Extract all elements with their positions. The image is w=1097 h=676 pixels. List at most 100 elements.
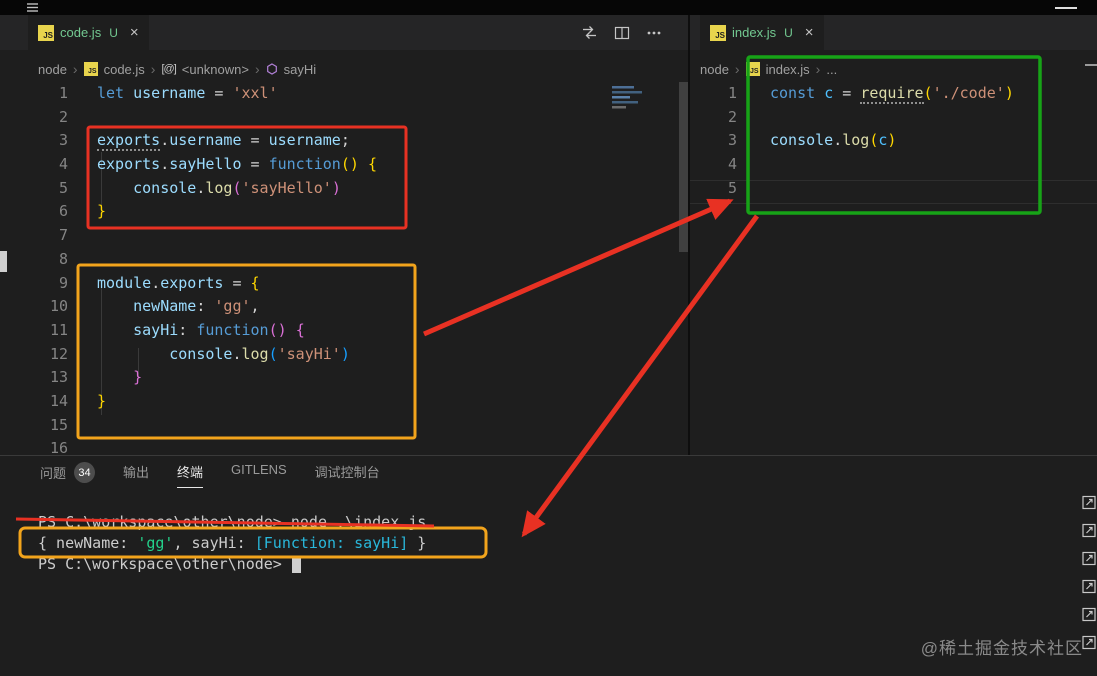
- chevron-right-icon: ›: [734, 61, 740, 77]
- js-file-icon: JS: [745, 62, 760, 76]
- code-line: 16: [0, 437, 679, 455]
- line-number: 1: [727, 84, 737, 102]
- js-file-icon-text: JS: [43, 30, 53, 40]
- line-number: 13: [49, 368, 68, 387]
- code-line: 5: [690, 177, 1090, 201]
- breadcrumb-left: node › JS code.js › [@] <unknown> › sayH…: [38, 57, 316, 81]
- line-number: 4: [727, 155, 737, 174]
- scrollbar[interactable]: [679, 82, 688, 252]
- titlebar-dash-icon[interactable]: [1055, 7, 1077, 9]
- panel-tab-problems[interactable]: 问题 34: [40, 462, 96, 490]
- breadcrumb-item-more[interactable]: ...: [826, 62, 837, 77]
- line-number: 6: [58, 202, 68, 221]
- js-file-icon: JS: [38, 24, 54, 41]
- terminal-line: PS C:\workspace\other\node>: [38, 554, 426, 575]
- js-file-icon-text: JS: [750, 68, 759, 75]
- line-number: 3: [727, 131, 737, 150]
- code-line: 1 let username = 'xxl': [0, 82, 679, 106]
- chevron-right-icon: ›: [72, 61, 78, 77]
- line-number: 14: [49, 391, 68, 410]
- line-number: 11: [49, 320, 68, 339]
- sash-handle[interactable]: [0, 251, 7, 272]
- split-editor-icon[interactable]: [614, 25, 630, 41]
- menu-icon[interactable]: [26, 2, 39, 13]
- line-number: 2: [58, 107, 68, 126]
- terminal-cursor: [291, 556, 301, 573]
- close-icon[interactable]: ×: [130, 24, 139, 41]
- panel-tab-label: 问题: [40, 466, 67, 481]
- code-line: 2: [690, 106, 1090, 130]
- panel-tab-label: 终端: [177, 465, 204, 480]
- breadcrumb-item-file[interactable]: index.js: [766, 62, 810, 77]
- breadcrumb-item-node[interactable]: node: [38, 62, 67, 77]
- line-number: 9: [58, 273, 68, 292]
- minimap[interactable]: [610, 84, 648, 112]
- problems-count-badge: 34: [74, 462, 96, 483]
- open-editor-icon[interactable]: [1082, 522, 1097, 538]
- breadcrumb-item-file[interactable]: code.js: [104, 62, 145, 77]
- compare-changes-icon[interactable]: [581, 25, 598, 40]
- open-editor-icon[interactable]: [1082, 606, 1097, 622]
- code-line: 4 exports.sayHello = function() {: [0, 153, 679, 177]
- code-line: 8: [0, 248, 679, 272]
- close-icon[interactable]: ×: [805, 24, 814, 41]
- panel-side-icons: [1082, 494, 1097, 650]
- open-editor-icon[interactable]: [1082, 550, 1097, 566]
- code-line: 1 const c = require('./code'): [690, 82, 1090, 106]
- code-line: 5 console.log('sayHello'): [0, 177, 679, 201]
- breadcrumb-right: node › JS index.js › ...: [700, 57, 837, 81]
- js-file-icon: JS: [83, 62, 98, 76]
- git-status-badge: U: [784, 25, 793, 40]
- code-line: 14}: [0, 390, 679, 414]
- editor-index-js[interactable]: 1 const c = require('./code') 2 3 console.lo…: [690, 82, 1090, 455]
- tab-index-js[interactable]: JS index.js U ×: [700, 15, 824, 50]
- editor-code-js[interactable]: 1 let username = 'xxl' 2 3 exports.username …: [0, 82, 679, 455]
- line-number: 8: [58, 249, 68, 268]
- breadcrumb-item-node[interactable]: node: [700, 62, 729, 77]
- code-line: 4: [690, 153, 1090, 177]
- code-line: 12 console.log('sayHi'): [0, 343, 679, 367]
- panel-tab-output[interactable]: 输出: [123, 462, 149, 488]
- terminal-content[interactable]: PS C:\workspace\other\node> node .\index…: [38, 512, 426, 575]
- line-number: 7: [58, 226, 68, 245]
- panel-divider[interactable]: [0, 455, 1097, 456]
- tab-filename: code.js: [60, 25, 102, 40]
- breadcrumb-item-symbol[interactable]: sayHi: [284, 62, 317, 77]
- tab-bar-right: JS index.js U ×: [690, 15, 1097, 50]
- line-number: 4: [58, 155, 68, 174]
- tab-code-js[interactable]: JS code.js U ×: [28, 15, 149, 50]
- code-line: 2: [0, 106, 679, 130]
- panel-tab-debug-console[interactable]: 调试控制台: [315, 462, 380, 488]
- code-line: 6}: [0, 200, 679, 224]
- chevron-right-icon: ›: [815, 61, 821, 77]
- code-line: 3 console.log(c): [690, 129, 1090, 153]
- chevron-right-icon: ›: [150, 61, 156, 77]
- line-number: 5: [58, 178, 68, 197]
- open-editor-icon[interactable]: [1082, 634, 1097, 650]
- line-number: 15: [49, 415, 68, 434]
- pane-divider[interactable]: [688, 15, 690, 455]
- terminal-line: PS C:\workspace\other\node> node .\index…: [38, 513, 427, 531]
- minimap-handle[interactable]: [1085, 64, 1097, 66]
- panel-tab-label: GITLENS: [231, 462, 287, 477]
- line-number: 2: [727, 107, 737, 126]
- title-bar: [0, 0, 1097, 15]
- open-editor-icon[interactable]: [1082, 578, 1097, 594]
- panel-tab-bar: 问题 34 输出 终端 GITLENS 调试控制台: [40, 462, 380, 490]
- breadcrumb-item-unknown[interactable]: <unknown>: [182, 62, 249, 77]
- panel-tab-gitlens[interactable]: GITLENS: [231, 462, 287, 484]
- panel-tab-terminal[interactable]: 终端: [177, 462, 204, 488]
- code-line: 3 exports.username = username;: [0, 129, 679, 153]
- panel-tab-label: 输出: [123, 465, 150, 480]
- git-status-badge: U: [109, 25, 118, 40]
- code-line: 7: [0, 224, 679, 248]
- terminal-line: { newName: 'gg', sayHi: [Function: sayHi…: [38, 534, 427, 552]
- namespace-symbol-icon: [@]: [161, 63, 176, 75]
- chevron-right-icon: ›: [254, 61, 260, 77]
- line-number: 5: [727, 178, 737, 197]
- vscode-window: JS code.js U × JS index.js U × node › JS…: [0, 0, 1097, 676]
- open-editor-icon[interactable]: [1082, 494, 1097, 510]
- code-line: 9 module.exports = {: [0, 272, 679, 296]
- editor-actions: [581, 15, 662, 50]
- more-actions-icon[interactable]: [646, 25, 662, 41]
